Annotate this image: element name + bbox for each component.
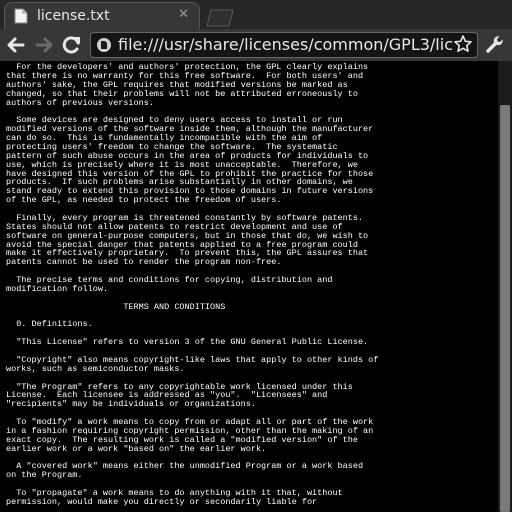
vertical-scrollbar[interactable] [498,61,512,512]
star-icon[interactable] [453,34,473,54]
tab-strip: license.txt ✕ [0,0,512,29]
page-icon [97,38,111,52]
close-icon[interactable]: ✕ [178,8,189,22]
tab-license-txt[interactable]: license.txt ✕ [4,2,200,29]
scrollbar-thumb[interactable] [500,105,510,512]
page-content: For the developers' and authors' protect… [0,61,498,512]
forward-arrow-icon[interactable] [33,34,55,56]
document-icon [14,8,28,24]
wrench-icon[interactable] [485,34,505,54]
reload-icon[interactable] [61,34,83,56]
browser-toolbar: file:///usr/share/licenses/common/GPL3/l… [0,29,512,61]
tab-title: license.txt [37,8,110,24]
back-arrow-icon[interactable] [5,34,27,56]
url-input[interactable]: file:///usr/share/licenses/common/GPL3/l… [118,35,453,55]
license-text: For the developers' and authors' protect… [6,62,379,507]
new-tab-button[interactable] [205,9,235,27]
omnibox[interactable]: file:///usr/share/licenses/common/GPL3/l… [90,32,478,58]
